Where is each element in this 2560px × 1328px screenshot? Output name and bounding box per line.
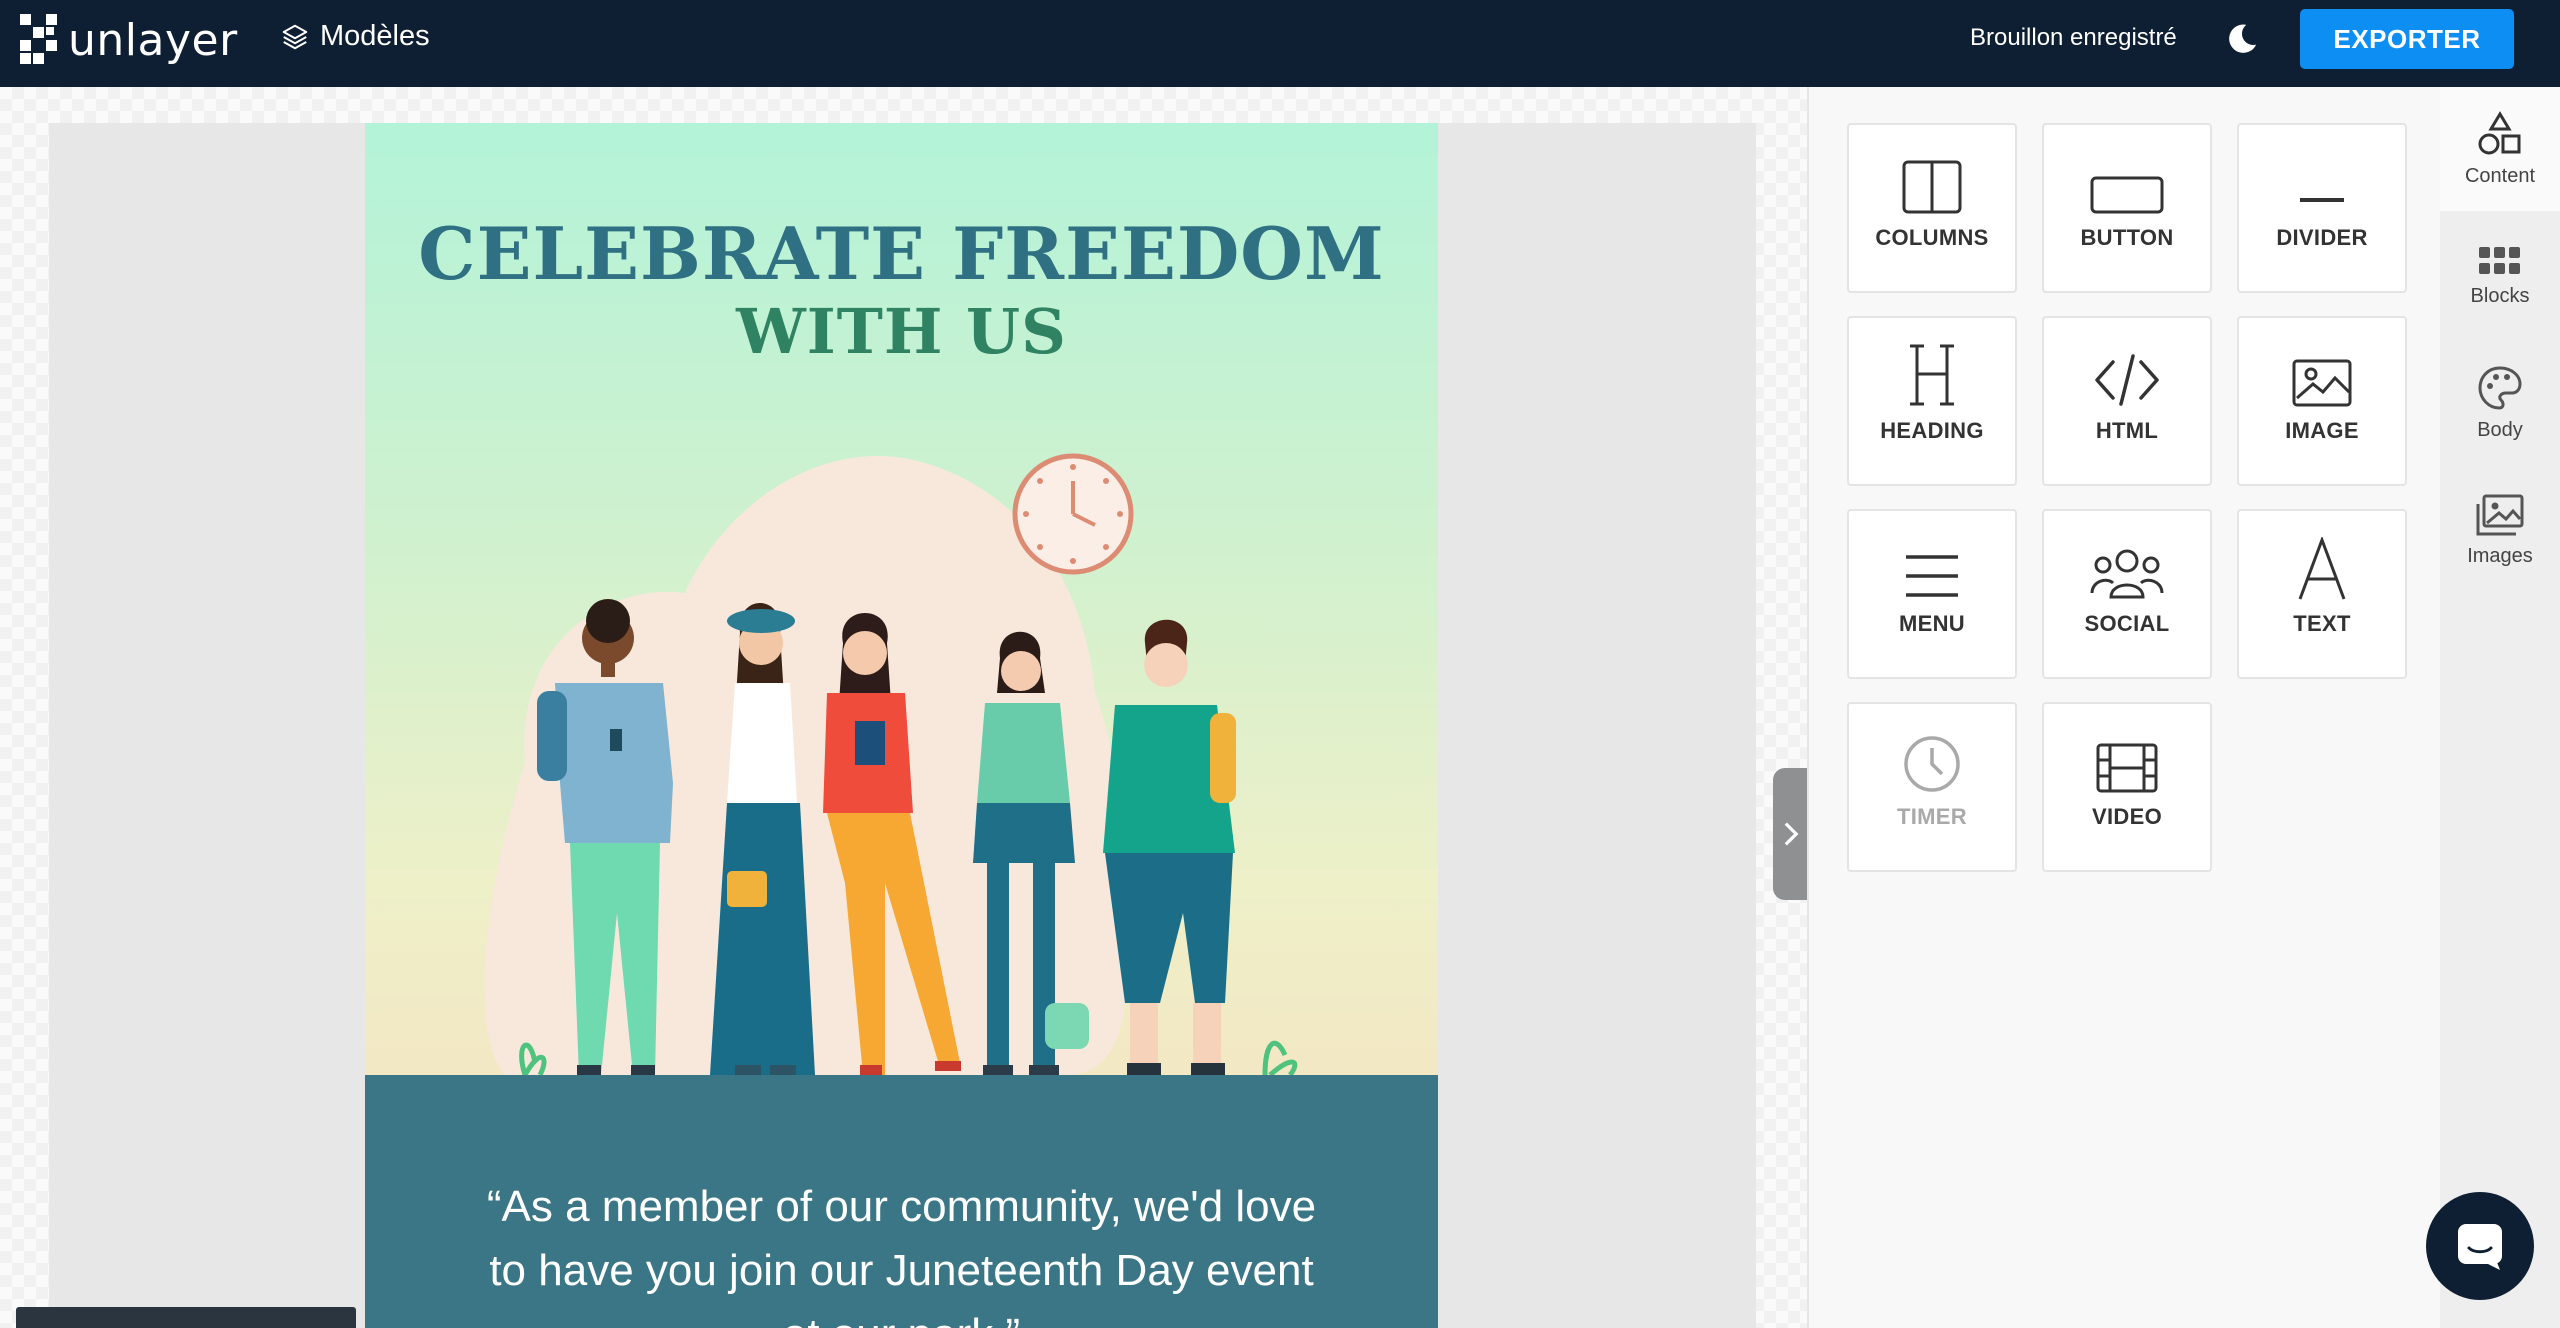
templates-button[interactable]: Modèles [280,20,430,53]
tile-timer[interactable]: TIMER [1847,702,2017,872]
tile-label: COLUMNS [1875,225,1989,250]
menu-icon [1906,555,1958,597]
tile-label: TIMER [1897,804,1967,829]
editor-canvas: CELEBRATE FREEDOM WITH US “As a member o… [0,87,1809,1328]
sidebar-item-label: Content [2464,164,2536,187]
quote-line-2: to have you join our Juneteenth Day even… [489,1246,1314,1295]
image-icon [2292,359,2352,407]
tile-html[interactable]: HTML [2042,316,2212,486]
tile-label: IMAGE [2285,418,2359,443]
export-button[interactable]: EXPORTER [2300,9,2514,69]
tile-label: TEXT [2293,611,2351,636]
sidebar-tabs: Content Blocks Body Images [2440,87,2560,1328]
tile-social[interactable]: SOCIAL [2042,509,2212,679]
tile-menu[interactable]: MENU [1847,509,2017,679]
tile-text[interactable]: TEXT [2237,509,2407,679]
quote-line-3: at our park.” [445,1303,1358,1328]
quote-line-1: “As a member of our community, we'd love [486,1182,1317,1231]
panel-collapse-toggle[interactable] [1773,768,1809,900]
text-icon [2298,537,2346,600]
moon-icon [2229,24,2257,53]
tile-divider[interactable]: DIVIDER [2237,123,2407,293]
heading-icon [1910,344,1954,406]
chevron-right-icon [1784,822,1799,846]
sidebar-item-content[interactable]: Content [2440,87,2560,211]
social-icon [2090,549,2164,599]
sidebar-item-label: Images [2467,544,2533,567]
tile-label: MENU [1899,611,1965,636]
clock-illustration [1012,453,1134,575]
hero-section[interactable]: CELEBRATE FREEDOM WITH US [365,123,1438,1075]
draft-status: Brouillon enregistré [1970,24,2177,51]
theme-toggle[interactable] [2225,20,2259,63]
grid-icon [2479,246,2520,274]
quote-section[interactable]: “As a member of our community, we'd love… [365,1075,1438,1328]
tile-label: DIVIDER [2276,225,2368,250]
chat-launcher[interactable] [2426,1192,2534,1300]
tile-heading[interactable]: HEADING [1847,316,2017,486]
clock-icon [1904,736,1960,792]
tile-label: SOCIAL [2084,611,2170,636]
code-icon [2095,354,2159,406]
tile-label: HEADING [1880,418,1984,443]
sidebar-item-images[interactable]: Images [2440,468,2560,592]
logo[interactable]: unlayer [20,14,238,66]
sidebar-item-body[interactable]: Body [2440,341,2560,465]
email-preview[interactable]: CELEBRATE FREEDOM WITH US “As a member o… [365,123,1438,1328]
chat-icon [2458,1224,2502,1270]
sidebar-item-label: Blocks [2470,284,2530,307]
content-panel: COLUMNS BUTTON DIVIDER HEADING HTML IMAG… [1807,87,2440,1328]
tile-button[interactable]: BUTTON [2042,123,2212,293]
hero-title-line2: WITH US [736,295,1067,368]
button-icon [2090,176,2164,214]
hero-title-line1: CELEBRATE FREEDOM [418,211,1385,296]
sidebar-item-blocks[interactable]: Blocks [2440,214,2560,338]
tile-video[interactable]: VIDEO [2042,702,2212,872]
shapes-icon [2478,110,2521,154]
images-icon [2476,494,2524,535]
tile-label: HTML [2095,418,2159,443]
tile-columns[interactable]: COLUMNS [1847,123,2017,293]
quote-text: “As a member of our community, we'd love… [445,1175,1358,1328]
tile-image[interactable]: IMAGE [2237,316,2407,486]
columns-icon [1902,160,1962,214]
bottom-toolbar[interactable] [16,1307,356,1328]
layers-icon [282,24,308,49]
film-icon [2096,743,2158,793]
sidebar-item-label: Body [2477,418,2523,441]
palette-icon [2478,365,2522,410]
divider-icon [2300,198,2344,202]
tile-label: VIDEO [2092,804,2162,829]
tile-label: BUTTON [2080,225,2174,250]
unlayer-logo-icon [20,14,58,66]
top-bar: unlayer Modèles Brouillon enregistré EXP… [0,0,2560,87]
people-illustration [484,453,1298,1075]
logo-text: unlayer [68,14,238,66]
templates-label: Modèles [320,20,430,52]
